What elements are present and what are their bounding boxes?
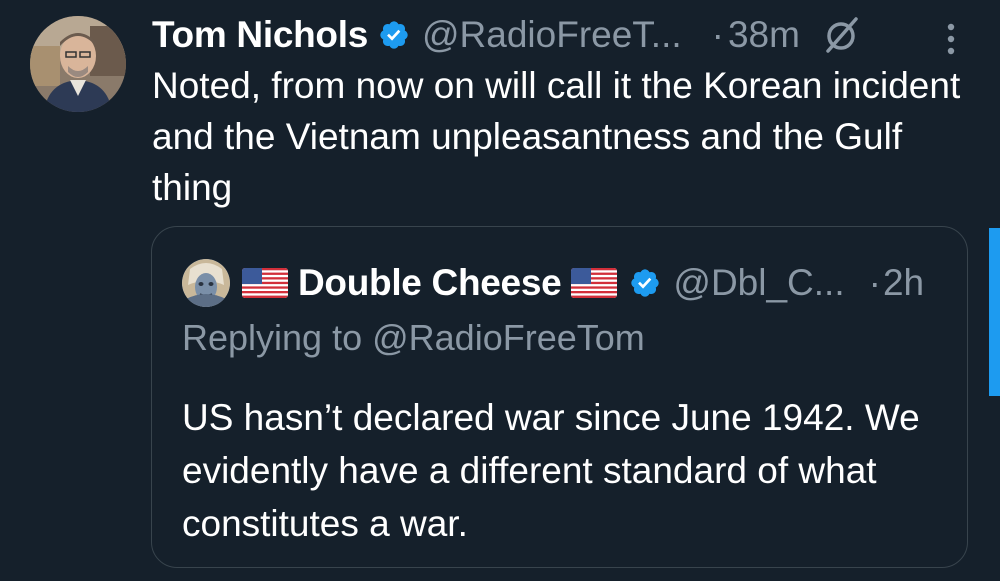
author-handle[interactable]: @RadioFreeT... [422, 14, 682, 56]
us-flag-icon [242, 268, 288, 298]
quoted-author-handle[interactable]: @Dbl_C... [673, 262, 844, 304]
scrollbar-thumb[interactable] [989, 228, 1000, 396]
quoted-tweet[interactable]: Double Cheese @Dbl_C... · 2h Replying to… [151, 226, 968, 568]
verified-badge-icon [629, 267, 661, 299]
tweet[interactable]: Tom Nichols @RadioFreeT... · 38m Noted, … [0, 0, 1000, 581]
quoted-tweet-text: US hasn’t declared war since June 1942. … [182, 397, 920, 544]
quoted-author-name[interactable]: Double Cheese [298, 262, 562, 304]
quoted-author-avatar[interactable] [182, 259, 230, 307]
author-avatar[interactable] [30, 16, 126, 112]
tweet-header: Tom Nichols @RadioFreeT... · 38m [152, 12, 972, 58]
grok-icon[interactable] [822, 15, 862, 55]
separator-dot: · [868, 262, 881, 303]
author-name[interactable]: Tom Nichols [152, 14, 368, 56]
separator-dot: · [711, 14, 724, 55]
more-options-icon[interactable] [944, 22, 958, 56]
us-flag-icon [571, 268, 618, 298]
quoted-tweet-time[interactable]: 2h [883, 262, 924, 304]
tweet-time[interactable]: 38m [728, 14, 800, 56]
replying-to-label: Replying to @RadioFreeTom [182, 317, 645, 358]
tweet-text: Noted, from now on will call it the Kore… [152, 65, 961, 208]
quoted-tweet-header: Double Cheese @Dbl_C... · 2h [182, 257, 924, 309]
verified-badge-icon [378, 19, 410, 51]
